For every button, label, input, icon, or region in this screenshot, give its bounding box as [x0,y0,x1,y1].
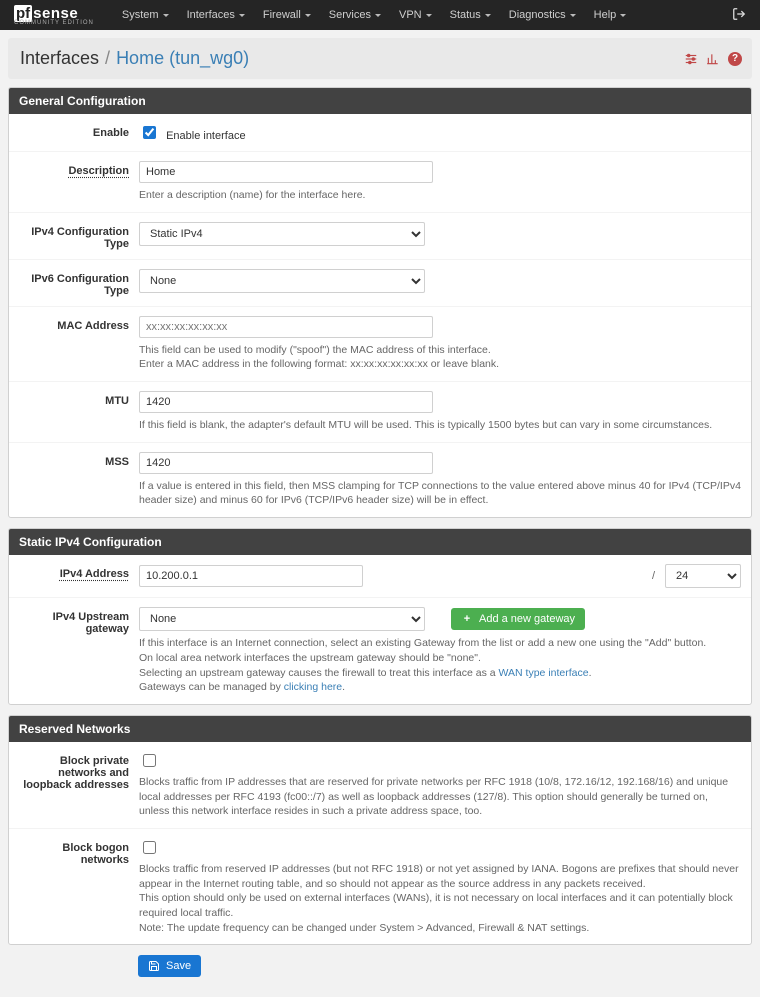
chevron-down-icon [163,14,169,17]
mac-help2: Enter a MAC address in the following for… [139,357,741,372]
gw-help2: On local area network interfaces the ups… [139,651,741,666]
v4type-select[interactable]: Static IPv4 [139,222,425,246]
menu-firewall[interactable]: Firewall [263,9,311,21]
label-mtu: MTU [19,391,139,407]
mask-slash: / [648,570,659,582]
menu-vpn[interactable]: VPN [399,9,432,21]
label-enable: Enable [19,123,139,139]
add-gateway-button[interactable]: + Add a new gateway [451,608,585,630]
top-nav: pf sense COMMUNITY EDITION System Interf… [0,0,760,30]
manage-gateways-link[interactable]: clicking here [284,681,342,693]
chevron-down-icon [485,14,491,17]
label-mac: MAC Address [19,316,139,332]
v6type-select[interactable]: None [139,269,425,293]
mss-input[interactable] [139,452,433,474]
mac-help1: This field can be used to modify ("spoof… [139,343,741,358]
mac-input[interactable] [139,316,433,338]
menu-interfaces[interactable]: Interfaces [187,9,245,21]
label-v6type: IPv6 Configuration Type [19,269,139,297]
label-v4type: IPv4 Configuration Type [19,222,139,250]
ipv4-mask-select[interactable]: 24 [665,564,741,588]
menu-system[interactable]: System [122,9,169,21]
label-description: Description [19,161,139,177]
panel-reserved: Reserved Networks Block private networks… [8,715,752,946]
chevron-down-icon [305,14,311,17]
breadcrumb-current[interactable]: Home (tun_wg0) [116,48,249,69]
brand-subtitle: COMMUNITY EDITION [14,20,94,26]
help-icon[interactable]: ? [728,52,742,66]
label-block-private: Block private networks and loopback addr… [19,751,139,791]
description-input[interactable] [139,161,433,183]
block-bogon-help1: Blocks traffic from reserved IP addresse… [139,862,741,891]
enable-checkbox[interactable] [143,126,156,139]
label-ipv4-address: IPv4 Address [19,564,139,580]
gw-help4: Gateways can be managed by clicking here… [139,680,741,695]
label-block-bogon: Block bogon networks [19,838,139,866]
gw-help3: Selecting an upstream gateway causes the… [139,666,741,681]
block-private-checkbox[interactable] [143,754,156,767]
breadcrumb: Interfaces / Home (tun_wg0) ? [8,38,752,79]
panel-title: General Configuration [9,88,751,114]
label-ipv4-gateway: IPv4 Upstream gateway [19,607,139,635]
mtu-help: If this field is blank, the adapter's de… [139,418,741,433]
main-menu: System Interfaces Firewall Services VPN … [122,9,626,21]
chevron-down-icon [375,14,381,17]
menu-diagnostics[interactable]: Diagnostics [509,9,576,21]
menu-help[interactable]: Help [594,9,627,21]
chevron-down-icon [570,14,576,17]
gw-help1: If this interface is an Internet connect… [139,636,741,651]
save-button[interactable]: Save [138,955,201,977]
description-help: Enter a description (name) for the inter… [139,188,741,203]
mtu-input[interactable] [139,391,433,413]
block-bogon-checkbox[interactable] [143,841,156,854]
block-bogon-help2: This option should only be used on exter… [139,891,741,920]
wan-type-link[interactable]: WAN type interface [499,667,589,679]
chevron-down-icon [426,14,432,17]
save-icon [148,960,160,972]
menu-status[interactable]: Status [450,9,491,21]
panel-general: General Configuration Enable Enable inte… [8,87,752,518]
block-private-help: Blocks traffic from IP addresses that ar… [139,775,741,819]
breadcrumb-section[interactable]: Interfaces [20,48,99,69]
ipv4-gateway-select[interactable]: None [139,607,425,631]
ipv4-address-input[interactable] [139,565,363,587]
plus-icon: + [461,613,473,625]
block-bogon-help3: Note: The update frequency can be change… [139,921,741,936]
breadcrumb-sep: / [105,48,110,69]
panel-title: Static IPv4 Configuration [9,529,751,555]
sliders-icon[interactable] [684,52,698,66]
enable-text: Enable interface [166,130,246,142]
chevron-down-icon [239,14,245,17]
chevron-down-icon [620,14,626,17]
mss-help: If a value is entered in this field, the… [139,479,741,508]
menu-services[interactable]: Services [329,9,381,21]
panel-title: Reserved Networks [9,716,751,742]
chart-icon[interactable] [706,52,720,66]
logout-icon[interactable] [732,7,746,24]
panel-ipv4: Static IPv4 Configuration IPv4 Address /… [8,528,752,705]
brand-logo[interactable]: pf sense COMMUNITY EDITION [14,5,94,26]
label-mss: MSS [19,452,139,468]
